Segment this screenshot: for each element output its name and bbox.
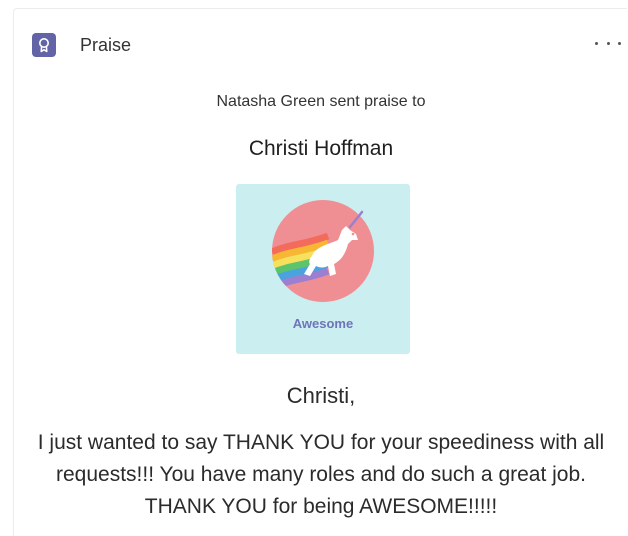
praise-card: Praise Natasha Green sent praise to Chri…	[13, 8, 627, 536]
message-body: I just wanted to say THANK YOU for your …	[37, 431, 605, 518]
message-greeting: Christi,	[286, 383, 356, 408]
recipient-name: Christi Hoffman	[248, 137, 394, 160]
sender-line: Natasha Green sent praise to	[216, 93, 426, 110]
more-dot	[606, 41, 610, 45]
more-dot	[618, 41, 621, 45]
app-name: Praise	[80, 34, 132, 55]
card-header: Praise	[32, 33, 131, 57]
badge-label: Awesome	[292, 316, 354, 331]
more-options-icon[interactable]	[595, 33, 621, 53]
unicorn-rainbow-icon	[272, 200, 374, 302]
praise-badge: Awesome	[236, 184, 410, 354]
more-dot	[595, 41, 598, 45]
award-ribbon-icon	[32, 33, 56, 57]
